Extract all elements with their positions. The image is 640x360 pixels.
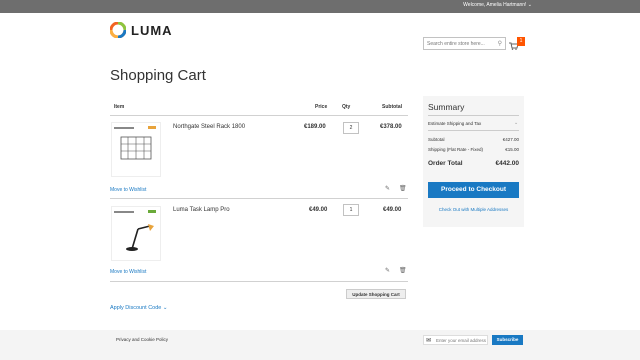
move-to-wishlist-link[interactable]: Move to Wishlist (110, 269, 146, 275)
luma-logo-icon (110, 22, 126, 38)
summary-divider (428, 115, 519, 116)
task-lamp-thumbnail (114, 210, 156, 251)
shipping-value: €15.00 (505, 147, 519, 152)
newsletter-placeholder: Enter your email address (436, 338, 487, 343)
order-total-label: Order Total (428, 160, 463, 167)
col-header-item: Item (114, 104, 125, 110)
product-image-lamp[interactable] (111, 206, 161, 261)
subtotal-value: €427.00 (502, 137, 519, 142)
subtotal-label: Subtotal (428, 137, 445, 142)
subtotal-row: Subtotal €427.00 (428, 137, 519, 142)
top-bar: Welcome, Amelia Hartmann! ⌄ (0, 0, 640, 13)
estimate-shipping-toggle[interactable]: Estimate Shipping and Tax (428, 121, 481, 126)
shipping-label: Shipping (Flat Rate - Fixed) (428, 147, 484, 152)
order-total-value: €442.00 (495, 160, 520, 167)
minicart-button[interactable]: 1 (509, 37, 525, 50)
qty-input[interactable]: 2 (343, 122, 359, 134)
shipping-row: Shipping (Flat Rate - Fixed) €15.00 (428, 147, 519, 152)
edit-icon[interactable]: ✎ (385, 185, 390, 192)
col-header-subtotal: Subtotal (382, 104, 402, 110)
header-divider (110, 115, 408, 116)
privacy-policy-link[interactable]: Privacy and Cookie Policy (116, 337, 168, 342)
trash-icon[interactable]: 🗑 (399, 267, 407, 274)
summary-title: Summary (428, 102, 465, 112)
page-title: Shopping Cart (110, 67, 206, 84)
footer: Privacy and Cookie Policy ✉ Enter your e… (0, 330, 640, 360)
newsletter-email-input[interactable]: ✉ Enter your email address (423, 335, 488, 345)
cart-count-badge: 1 (517, 37, 525, 46)
row-subtotal: €49.00 (383, 207, 402, 213)
product-price: €49.00 (309, 207, 328, 213)
col-header-price: Price (315, 104, 328, 110)
subscribe-button[interactable]: Subscribe (492, 335, 523, 345)
product-price: €189.00 (304, 124, 326, 130)
mail-icon: ✉ (426, 338, 432, 344)
search-icon[interactable]: ⚲ (498, 40, 502, 47)
multi-address-checkout-link[interactable]: Check Out with Multiple Addresses (423, 207, 524, 212)
store-logo[interactable]: LUMA (110, 22, 173, 38)
search-placeholder: Search entire store here... (427, 41, 485, 47)
qty-input[interactable]: 1 (343, 204, 359, 216)
product-image-rack[interactable] (111, 122, 161, 177)
update-cart-button[interactable]: Update Shopping Cart (346, 289, 406, 299)
trash-icon[interactable]: 🗑 (399, 185, 407, 192)
logo-text: LUMA (131, 22, 173, 38)
summary-divider (428, 130, 519, 131)
chevron-down-icon[interactable]: ⌄ (514, 120, 518, 126)
search-input[interactable]: Search entire store here... ⚲ (423, 37, 506, 50)
product-name-link[interactable]: Northgate Steel Rack 1800 (173, 124, 245, 130)
row-subtotal: €378.00 (380, 124, 402, 130)
edit-icon[interactable]: ✎ (385, 267, 390, 274)
steel-rack-thumbnail (114, 126, 156, 160)
row-divider (110, 198, 408, 199)
col-header-qty: Qty (342, 104, 351, 110)
proceed-to-checkout-button[interactable]: Proceed to Checkout (428, 182, 519, 198)
apply-discount-toggle[interactable]: Apply Discount Code ⌄ (110, 305, 168, 311)
move-to-wishlist-link[interactable]: Move to Wishlist (110, 187, 146, 193)
order-total-row: Order Total €442.00 (428, 160, 519, 167)
welcome-message[interactable]: Welcome, Amelia Hartmann! ⌄ (463, 2, 532, 8)
product-name-link[interactable]: Luma Task Lamp Pro (173, 207, 230, 213)
row-divider (110, 281, 408, 282)
